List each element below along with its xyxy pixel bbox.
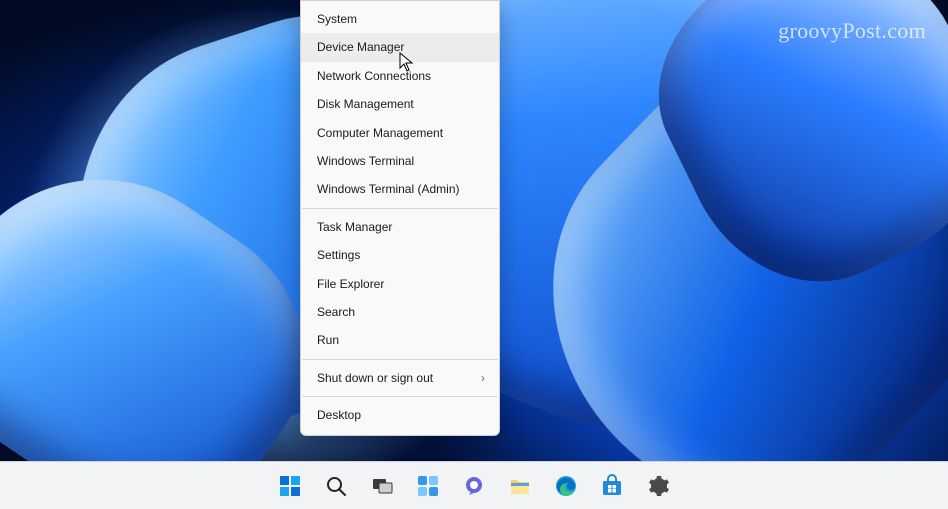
menu-item-desktop[interactable]: Desktop xyxy=(301,401,499,429)
store-icon xyxy=(600,474,624,498)
menu-item-settings[interactable]: Settings xyxy=(301,241,499,269)
task-view-icon xyxy=(370,474,394,498)
menu-separator xyxy=(302,396,498,397)
menu-item-label: Run xyxy=(317,333,339,347)
folder-icon xyxy=(508,474,532,498)
windows-logo-icon xyxy=(278,474,302,498)
settings-app-button[interactable] xyxy=(638,466,678,506)
menu-item-label: Windows Terminal xyxy=(317,154,414,168)
menu-item-label: Device Manager xyxy=(317,40,404,54)
chevron-right-icon: › xyxy=(481,371,485,385)
menu-separator xyxy=(302,208,498,209)
edge-button[interactable] xyxy=(546,466,586,506)
menu-item-search[interactable]: Search xyxy=(301,298,499,326)
edge-icon xyxy=(554,474,578,498)
power-user-menu: System Device Manager Network Connections D… xyxy=(300,0,500,436)
menu-item-label: File Explorer xyxy=(317,277,384,291)
menu-item-label: Desktop xyxy=(317,408,361,422)
menu-item-network-connections[interactable]: Network Connections xyxy=(301,62,499,90)
chat-button[interactable] xyxy=(454,466,494,506)
start-button[interactable] xyxy=(270,466,310,506)
menu-item-task-manager[interactable]: Task Manager xyxy=(301,213,499,241)
menu-item-file-explorer[interactable]: File Explorer xyxy=(301,270,499,298)
menu-item-label: Windows Terminal (Admin) xyxy=(317,182,459,196)
gear-icon xyxy=(646,474,670,498)
menu-item-disk-management[interactable]: Disk Management xyxy=(301,90,499,118)
menu-item-label: Network Connections xyxy=(317,69,431,83)
store-button[interactable] xyxy=(592,466,632,506)
menu-item-label: System xyxy=(317,12,357,26)
menu-item-device-manager[interactable]: Device Manager xyxy=(301,33,499,61)
menu-item-label: Settings xyxy=(317,248,360,262)
menu-item-shut-down-or-sign-out[interactable]: Shut down or sign out › xyxy=(301,364,499,392)
chat-icon xyxy=(462,474,486,498)
menu-item-label: Disk Management xyxy=(317,97,414,111)
menu-item-system[interactable]: System xyxy=(301,5,499,33)
widgets-button[interactable] xyxy=(408,466,448,506)
task-view-button[interactable] xyxy=(362,466,402,506)
taskbar xyxy=(0,461,948,509)
widgets-icon xyxy=(416,474,440,498)
menu-item-label: Shut down or sign out xyxy=(317,371,433,385)
menu-item-label: Task Manager xyxy=(317,220,392,234)
search-icon xyxy=(324,474,348,498)
menu-item-computer-management[interactable]: Computer Management xyxy=(301,119,499,147)
menu-item-windows-terminal-admin[interactable]: Windows Terminal (Admin) xyxy=(301,175,499,203)
search-button[interactable] xyxy=(316,466,356,506)
menu-item-windows-terminal[interactable]: Windows Terminal xyxy=(301,147,499,175)
menu-separator xyxy=(302,359,498,360)
file-explorer-button[interactable] xyxy=(500,466,540,506)
menu-item-label: Search xyxy=(317,305,355,319)
menu-item-label: Computer Management xyxy=(317,126,443,140)
watermark-text: groovyPost.com xyxy=(778,18,926,44)
menu-item-run[interactable]: Run xyxy=(301,326,499,354)
